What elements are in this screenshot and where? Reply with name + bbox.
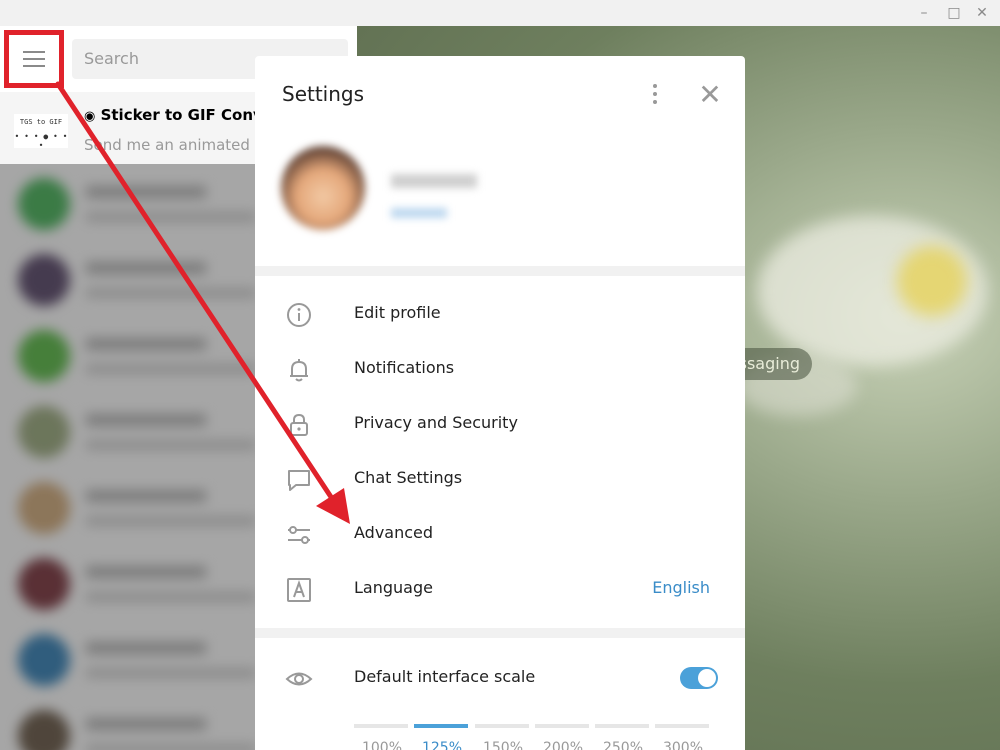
close-window-button[interactable]: ✕ xyxy=(972,3,992,23)
window-titlebar: – □ ✕ xyxy=(0,0,1000,26)
bell-icon xyxy=(290,359,308,382)
hamburger-icon xyxy=(23,51,45,53)
menu-item-label: Notifications xyxy=(354,358,455,377)
more-options-button[interactable] xyxy=(645,82,665,108)
language-icon xyxy=(287,578,311,602)
info-icon xyxy=(287,303,311,327)
eye-icon xyxy=(285,672,313,686)
scale-option-selected[interactable]: 125% xyxy=(413,740,471,750)
menu-item-privacy-security[interactable]: Privacy and Security xyxy=(255,397,745,452)
divider xyxy=(255,266,745,276)
scale-option[interactable]: 150% xyxy=(474,740,532,750)
profile-subtitle-redacted xyxy=(391,208,447,218)
chat-title: ◉ Sticker to GIF Conv xyxy=(84,106,263,124)
menu-item-label: Advanced xyxy=(354,523,434,542)
scale-label: Default interface scale xyxy=(354,667,536,686)
profile-avatar[interactable] xyxy=(281,146,365,230)
menu-item-advanced[interactable]: Advanced xyxy=(255,507,745,562)
bot-icon: ◉ xyxy=(84,109,96,124)
menu-item-label: Privacy and Security xyxy=(354,413,518,432)
kebab-menu-icon xyxy=(653,84,657,88)
minimize-button[interactable]: – xyxy=(914,3,934,23)
close-icon: ✕ xyxy=(698,78,722,111)
setting-default-interface-scale: Default interface scale xyxy=(255,651,745,706)
hamburger-menu-button[interactable] xyxy=(4,30,64,88)
menu-item-label: Chat Settings xyxy=(354,468,463,487)
chat-avatar: TGS to GIF • • • ● • • • xyxy=(14,114,68,150)
close-dialog-button[interactable]: ✕ xyxy=(697,81,723,109)
default-scale-toggle[interactable] xyxy=(680,667,718,689)
profile-name-redacted xyxy=(391,174,477,188)
scale-option[interactable]: 300% xyxy=(654,740,712,750)
menu-item-edit-profile[interactable]: Edit profile xyxy=(255,287,745,342)
chat-bubble-icon xyxy=(288,470,310,491)
lock-icon xyxy=(290,413,308,436)
settings-dialog: Settings ✕ Edit profile Notifications Pr… xyxy=(255,56,745,750)
menu-item-label: Language xyxy=(354,578,433,597)
chat-preview: Send me an animated s xyxy=(84,136,263,154)
menu-item-label: Edit profile xyxy=(354,303,441,322)
scale-option[interactable]: 200% xyxy=(534,740,592,750)
maximize-button[interactable]: □ xyxy=(944,3,964,23)
scale-option[interactable]: 250% xyxy=(594,740,652,750)
dialog-title: Settings xyxy=(282,82,365,106)
menu-item-notifications[interactable]: Notifications xyxy=(255,342,745,397)
menu-item-language[interactable]: Language English xyxy=(255,562,745,617)
scale-option[interactable]: 100% xyxy=(353,740,411,750)
menu-item-chat-settings[interactable]: Chat Settings xyxy=(255,452,745,507)
language-value: English xyxy=(652,578,710,597)
sliders-icon xyxy=(288,526,310,544)
divider xyxy=(255,628,745,638)
scale-slider[interactable] xyxy=(354,724,710,728)
